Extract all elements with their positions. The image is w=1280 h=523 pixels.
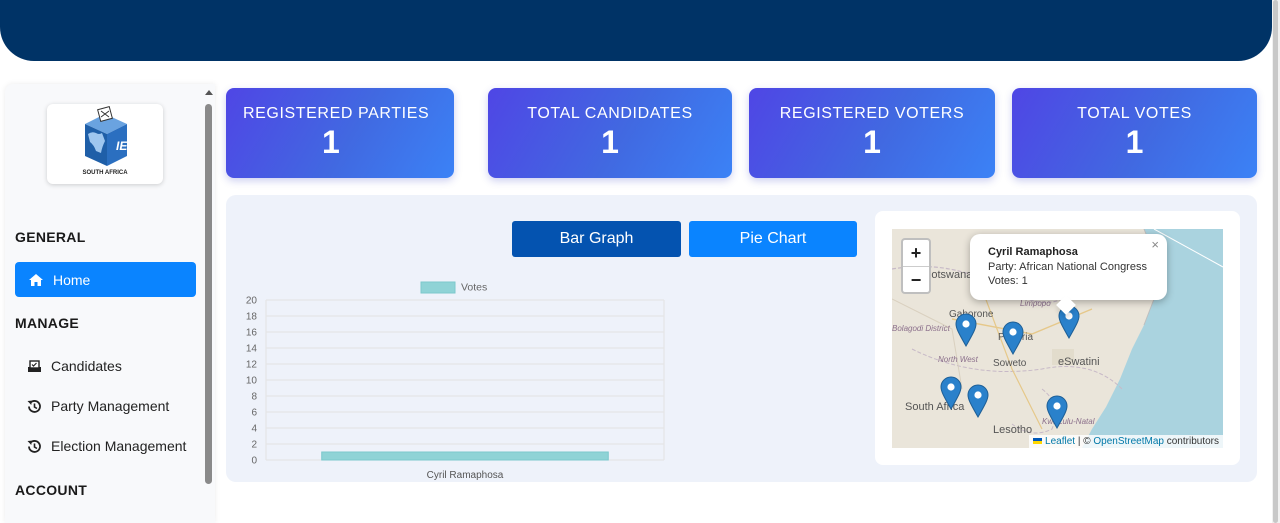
leaflet-link[interactable]: Leaflet bbox=[1045, 436, 1075, 447]
sidebar-item-party-management-label: Party Management bbox=[51, 398, 170, 414]
map-attribution: Leaflet | © OpenStreetMap contributors bbox=[1029, 435, 1223, 448]
zoom-in-button[interactable]: + bbox=[903, 240, 929, 267]
map-label: eSwatini bbox=[1058, 356, 1100, 368]
sidebar-item-candidates-label: Candidates bbox=[51, 358, 122, 374]
y-tick-label: 6 bbox=[251, 408, 257, 419]
y-tick-label: 12 bbox=[246, 360, 258, 371]
ballot-icon bbox=[28, 359, 41, 372]
sidebar-item-candidates[interactable]: Candidates bbox=[27, 358, 122, 374]
y-tick-label: 0 bbox=[251, 456, 257, 467]
chart-bar[interactable] bbox=[321, 451, 609, 461]
home-icon bbox=[29, 273, 43, 286]
page-scrollbar-thumb[interactable] bbox=[1273, 0, 1278, 523]
stat-title: TOTAL VOTES bbox=[1077, 105, 1192, 122]
history-icon bbox=[27, 439, 41, 453]
ukraine-flag-icon bbox=[1033, 438, 1043, 445]
iec-logo[interactable]: IEC SOUTH AFRICA bbox=[47, 104, 163, 184]
sidebar-item-election-management-label: Election Management bbox=[51, 438, 187, 454]
ballot-box-logo-icon: IEC SOUTH AFRICA bbox=[55, 106, 155, 176]
map-marker-icon[interactable] bbox=[1002, 321, 1024, 355]
section-account-title: ACCOUNT bbox=[15, 482, 88, 498]
legend-swatch[interactable] bbox=[420, 281, 456, 294]
stat-value: 1 bbox=[322, 124, 340, 160]
y-tick-label: 14 bbox=[246, 344, 258, 355]
sidebar-scrollbar[interactable] bbox=[203, 90, 215, 520]
map-zoom-control: + − bbox=[901, 238, 931, 294]
map-marker-icon[interactable] bbox=[1046, 395, 1068, 429]
map-label: North West bbox=[938, 355, 978, 364]
y-tick-label: 18 bbox=[246, 312, 258, 323]
map-label: Botswana bbox=[924, 269, 973, 281]
y-tick-label: 16 bbox=[246, 328, 258, 339]
stat-title: TOTAL CANDIDATES bbox=[527, 105, 693, 122]
stat-value: 1 bbox=[1125, 124, 1144, 160]
section-general-title: GENERAL bbox=[15, 229, 86, 245]
map-popup: × Cyril Ramaphosa Party: African Nationa… bbox=[970, 234, 1167, 315]
y-tick-label: 10 bbox=[246, 376, 258, 387]
y-tick-label: 4 bbox=[251, 424, 257, 435]
y-tick-label: 2 bbox=[251, 440, 257, 451]
sidebar: IEC SOUTH AFRICA GENERAL Home MANAGE Can… bbox=[5, 84, 215, 523]
scroll-up-arrow-icon[interactable] bbox=[205, 90, 213, 95]
attribution-suffix: contributors bbox=[1163, 436, 1219, 447]
map-label: Bolagodi District bbox=[892, 324, 950, 333]
y-tick-label: 8 bbox=[251, 392, 257, 403]
popup-votes: Votes: 1 bbox=[988, 275, 1028, 287]
svg-text:IEC: IEC bbox=[116, 139, 136, 153]
popup-candidate-name: Cyril Ramaphosa bbox=[988, 246, 1078, 258]
stat-value: 1 bbox=[863, 124, 881, 160]
bar-graph-button[interactable]: Bar Graph bbox=[512, 221, 681, 257]
map-label: Limpopo bbox=[1020, 299, 1051, 308]
history-icon bbox=[27, 399, 41, 413]
stat-card-registered-parties: REGISTERED PARTIES 1 bbox=[226, 88, 454, 178]
svg-text:SOUTH AFRICA: SOUTH AFRICA bbox=[82, 170, 128, 176]
sidebar-item-home[interactable]: Home bbox=[15, 262, 196, 297]
sidebar-item-home-label: Home bbox=[53, 271, 91, 288]
votes-bar-chart: 0 2 4 6 8 10 12 14 16 18 20 Cyril Ramaphosa Votes bbox=[246, 281, 665, 481]
page-scrollbar[interactable] bbox=[1272, 0, 1280, 523]
stat-title: REGISTERED PARTIES bbox=[243, 105, 430, 122]
map-label: Soweto bbox=[993, 358, 1027, 369]
sidebar-scrollbar-thumb[interactable] bbox=[205, 104, 212, 484]
map-label: Lesotho bbox=[993, 424, 1033, 436]
map-marker-icon[interactable] bbox=[955, 313, 977, 347]
stat-title: REGISTERED VOTERS bbox=[779, 105, 965, 122]
stat-card-registered-voters: REGISTERED VOTERS 1 bbox=[749, 88, 995, 178]
zoom-out-button[interactable]: − bbox=[903, 267, 929, 293]
stat-value: 1 bbox=[601, 124, 619, 160]
sidebar-item-party-management[interactable]: Party Management bbox=[27, 398, 169, 414]
popup-party: Party: African National Congress bbox=[988, 261, 1147, 273]
legend-label[interactable]: Votes bbox=[461, 282, 487, 294]
y-tick-label: 20 bbox=[246, 296, 258, 307]
section-manage-title: MANAGE bbox=[15, 315, 80, 331]
pie-chart-button[interactable]: Pie Chart bbox=[689, 221, 857, 257]
sidebar-item-election-management[interactable]: Election Management bbox=[27, 438, 186, 454]
stat-card-total-votes: TOTAL VOTES 1 bbox=[1012, 88, 1257, 178]
map-marker-icon[interactable] bbox=[940, 376, 962, 410]
osm-link[interactable]: OpenStreetMap bbox=[1093, 436, 1164, 447]
attribution-separator: | © bbox=[1075, 436, 1094, 447]
top-header-bar bbox=[0, 0, 1272, 61]
x-tick-label: Cyril Ramaphosa bbox=[427, 470, 504, 481]
popup-close-icon[interactable]: × bbox=[1151, 237, 1159, 252]
candidate-map[interactable]: Botswana Gaborone Pretoria Soweto eSwati… bbox=[892, 229, 1223, 448]
map-marker-icon[interactable] bbox=[967, 384, 989, 418]
stat-card-total-candidates: TOTAL CANDIDATES 1 bbox=[488, 88, 732, 178]
